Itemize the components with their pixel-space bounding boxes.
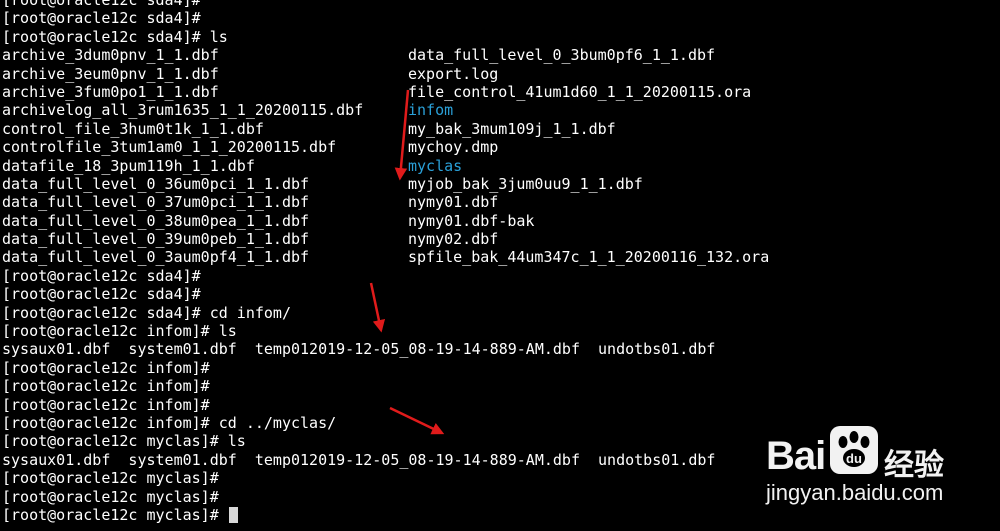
terminal-line: [root@oracle12c infom]# ls [2, 322, 998, 340]
shell-prompt-text: [root@oracle12c myclas]# [2, 506, 238, 524]
terminal-line: control_file_3hum0t1k_1_1.dbf my_bak_3mum… [2, 120, 998, 138]
file-list-text: sysaux01.dbf system01.dbf temp012019-12-… [2, 340, 716, 359]
shell-prompt-text: [root@oracle12c sda4]# cd infom/ [2, 303, 291, 322]
terminal-line: data_full_level_0_37um0pci_1_1.dbf nymy01… [2, 193, 998, 211]
shell-prompt-text: [root@oracle12c infom]# [2, 358, 210, 377]
terminal-line: [root@oracle12c infom]# [2, 396, 998, 414]
terminal-line: [root@oracle12c sda4]# cd infom/ [2, 304, 998, 322]
file-entry: nymy02.dbf [408, 230, 499, 249]
shell-prompt-text: [root@oracle12c infom]# cd ../myclas/ [2, 413, 337, 432]
directory-entry: myclas [408, 156, 463, 175]
file-entry: data_full_level_0_3bum0pf6_1_1.dbf [408, 46, 716, 65]
file-entry: file_control_41um1d60_1_1_20200115.ora [408, 82, 752, 101]
shell-prompt-text: [root@oracle12c myclas]# [2, 469, 219, 488]
file-list-text: data_full_level_0_3aum0pf4_1_1.dbf [2, 248, 310, 267]
terminal-line: data_full_level_0_39um0peb_1_1.dbf nymy02… [2, 230, 998, 248]
file-list-text: sysaux01.dbf system01.dbf temp012019-12-… [2, 450, 716, 469]
watermark-cn-text: 经验 [884, 448, 944, 483]
file-entry: myjob_bak_3jum0uu9_1_1.dbf [408, 174, 643, 193]
shell-prompt-text: [root@oracle12c sda4]# [2, 285, 201, 304]
file-entry: spfile_bak_44um347c_1_1_20200116_132.ora [408, 248, 770, 267]
shell-prompt-text: [root@oracle12c myclas]# ls [2, 432, 246, 451]
shell-prompt-text: [root@oracle12c myclas]# [2, 487, 219, 506]
terminal-line: [root@oracle12c infom]# [2, 359, 998, 377]
terminal-line: data_full_level_0_38um0pea_1_1.dbf nymy01… [2, 212, 998, 230]
baidu-jingyan-watermark: Bai du 经验 jingyan.baidu.com [766, 420, 996, 520]
shell-prompt-text: [root@oracle12c sda4]# ls [2, 27, 228, 46]
terminal-line: [root@oracle12c sda4]# [2, 285, 998, 303]
shell-prompt-text: [root@oracle12c infom]# ls [2, 322, 237, 341]
shell-prompt-text: [root@oracle12c sda4]# [2, 0, 201, 9]
file-list-text: data_full_level_0_39um0peb_1_1.dbf [2, 230, 310, 249]
file-list-text: datafile_18_3pum119h_1_1.dbf [2, 156, 255, 175]
file-list-text: archivelog_all_3rum1635_1_1_20200115.dbf [2, 101, 364, 120]
directory-entry: infom [408, 101, 454, 120]
file-list-text: archive_3fum0po1_1_1.dbf [2, 82, 219, 101]
terminal-line: data_full_level_0_36um0pci_1_1.dbf myjob_… [2, 175, 998, 193]
terminal-line: [root@oracle12c sda4]# [2, 9, 998, 27]
terminal-line: archivelog_all_3rum1635_1_1_20200115.dbf… [2, 101, 998, 119]
paw-icon: du [830, 426, 878, 474]
file-entry: nymy01.dbf [408, 193, 499, 212]
terminal-line: archive_3eum0pnv_1_1.dbf export.log [2, 65, 998, 83]
file-entry: export.log [408, 64, 499, 83]
terminal-line: [root@oracle12c sda4]# [2, 0, 998, 9]
terminal-line: [root@oracle12c infom]# [2, 377, 998, 395]
file-entry: mychoy.dmp [408, 138, 499, 157]
file-list-text: controlfile_3tum1am0_1_1_20200115.dbf [2, 138, 337, 157]
svg-text:du: du [846, 451, 862, 466]
file-entry: nymy01.dbf-bak [408, 211, 535, 230]
file-list-text: archive_3eum0pnv_1_1.dbf [2, 64, 219, 83]
shell-prompt-text: [root@oracle12c infom]# [2, 377, 210, 396]
terminal-line: controlfile_3tum1am0_1_1_20200115.dbf myc… [2, 138, 998, 156]
file-entry: my_bak_3mum109j_1_1.dbf [408, 119, 616, 138]
shell-prompt-text: [root@oracle12c infom]# [2, 395, 210, 414]
terminal-line: sysaux01.dbf system01.dbf temp012019-12-… [2, 340, 998, 358]
terminal-line: [root@oracle12c sda4]# [2, 267, 998, 285]
file-list-text: data_full_level_0_36um0pci_1_1.dbf [2, 174, 310, 193]
shell-prompt-text: [root@oracle12c sda4]# [2, 266, 201, 285]
file-list-text: archive_3dum0pnv_1_1.dbf [2, 46, 219, 65]
file-list-text: data_full_level_0_37um0pci_1_1.dbf [2, 193, 310, 212]
terminal-line: [root@oracle12c sda4]# ls [2, 28, 998, 46]
watermark-url: jingyan.baidu.com [766, 480, 944, 505]
terminal-line: datafile_18_3pum119h_1_1.dbf myclas [2, 157, 998, 175]
file-list-text: data_full_level_0_38um0pea_1_1.dbf [2, 211, 310, 230]
terminal-line: archive_3dum0pnv_1_1.dbf data_full_level_… [2, 46, 998, 64]
watermark-brand-text: Bai [766, 434, 826, 478]
file-list-text: control_file_3hum0t1k_1_1.dbf [2, 119, 264, 138]
terminal-line: archive_3fum0po1_1_1.dbf file_control_41u… [2, 83, 998, 101]
terminal-cursor[interactable] [228, 506, 238, 523]
shell-prompt-text: [root@oracle12c sda4]# [2, 9, 201, 28]
terminal-line: data_full_level_0_3aum0pf4_1_1.dbf spfile… [2, 248, 998, 266]
